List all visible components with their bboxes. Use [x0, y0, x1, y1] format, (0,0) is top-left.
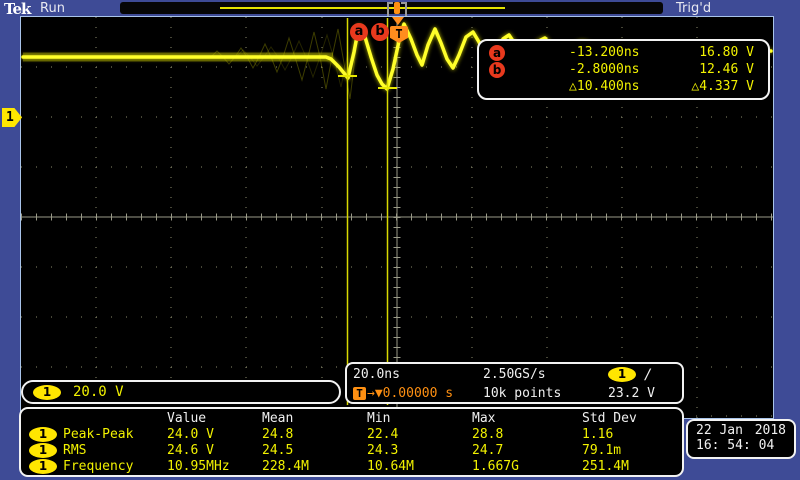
measurement-value: 10.95MHz [167, 458, 230, 474]
trigger-level-value: 23.2 V [608, 386, 655, 401]
measurement-value: 24.0 V [167, 426, 214, 442]
horizontal-trigger-box: 20.0ns 2.50GS/s 1 / T → ▼ 0.00000 s 10k … [345, 362, 684, 404]
cursor-b-voltage: 12.46 V [699, 62, 754, 77]
measurement-mean: 24.5 [262, 442, 294, 458]
cursor-b-badge: b [489, 61, 505, 78]
channel1-vertical-scale: 20.0 V [73, 384, 124, 400]
trigger-position-caret-icon[interactable] [392, 17, 404, 25]
measurement-row-rms: 1 RMS 24.6 V 24.5 24.3 24.7 79.1m [29, 442, 676, 458]
measurement-value: 24.6 V [167, 442, 214, 458]
arrow-right-icon: → [367, 386, 375, 401]
trigger-status: Trig'd [676, 1, 712, 16]
record-view-trigger-marker[interactable] [387, 2, 407, 18]
record-length: 10k points [483, 386, 562, 401]
cursor-delta-voltage: △4.337 V [691, 79, 754, 94]
channel1-badge: 1 [29, 442, 57, 458]
trigger-position-value: 0.00000 s [382, 386, 454, 401]
trigger-position-icon [394, 2, 400, 14]
col-header-max: Max [472, 410, 496, 426]
measurement-max: 1.667G [472, 458, 519, 474]
measurement-min: 24.3 [367, 442, 399, 458]
cursor-a-marker[interactable]: a [350, 23, 368, 41]
col-header-mean: Mean [262, 410, 294, 426]
trigger-position-readout: T → ▼ 0.00000 s [353, 386, 483, 401]
channel1-badge: 1 [33, 384, 61, 400]
measurement-min: 22.4 [367, 426, 399, 442]
record-view-bar[interactable] [120, 2, 663, 18]
measurement-name: Peak-Peak [63, 426, 134, 442]
col-header-stddev: Std Dev [582, 410, 637, 426]
measurement-row-peak-peak: 1 Peak-Peak 24.0 V 24.8 22.4 28.8 1.16 [29, 426, 676, 442]
cursor-b-time: -2.8000ns [569, 62, 640, 77]
sample-rate: 2.50GS/s [483, 367, 546, 382]
measurement-row-frequency: 1 Frequency 10.95MHz 228.4M 10.64M 1.667G… [29, 458, 676, 474]
acquisition-status: Run [40, 1, 65, 16]
cursor-readout-box: a -13.200ns 16.80 V b -2.8000ns 12.46 V … [477, 39, 770, 100]
channel1-scale-box[interactable]: 1 20.0 V [21, 380, 341, 404]
measurement-mean: 228.4M [262, 458, 309, 474]
measurement-max: 24.7 [472, 442, 504, 458]
trigger-level-marker-icon: ▼ [374, 386, 383, 401]
col-header-min: Min [367, 410, 391, 426]
trigger-t-icon: T [353, 387, 366, 400]
measurement-min: 10.64M [367, 458, 414, 474]
cursor-a-voltage: 16.80 V [699, 45, 754, 60]
measurement-mean: 24.8 [262, 426, 294, 442]
trigger-slope-rising-icon: / [644, 366, 653, 383]
cursor-lines [338, 18, 397, 405]
trigger-source-badge: 1 [608, 367, 636, 382]
col-header-value: Value [167, 410, 207, 426]
measurement-stddev: 251.4M [582, 458, 629, 474]
channel1-ground-marker[interactable]: 1 [2, 108, 22, 127]
measurement-stddev: 1.16 [582, 426, 614, 442]
top-status-bar: Tek Run Trig'd [0, 0, 800, 18]
measurements-header-row: Value Mean Min Max Std Dev [29, 410, 676, 426]
measurement-stddev: 79.1m [582, 442, 622, 458]
datetime-box: 22 Jan 2018 16: 54: 04 [686, 419, 796, 459]
cursor-a-badge: a [489, 44, 505, 61]
year-label: 2018 [754, 423, 786, 438]
measurement-max: 28.8 [472, 426, 504, 442]
measurement-name: RMS [63, 442, 87, 458]
cursor-delta-time: △10.400ns [569, 79, 640, 94]
horizontal-scale: 20.0ns [353, 367, 400, 382]
measurement-name: Frequency [63, 458, 134, 474]
channel1-badge: 1 [29, 426, 57, 442]
time-label: 16: 54: 04 [696, 438, 775, 453]
cursor-b-marker[interactable]: b [371, 23, 389, 41]
cursor-a-time: -13.200ns [569, 45, 640, 60]
date-label: 22 Jan [696, 423, 743, 438]
measurements-panel: Value Mean Min Max Std Dev 1 Peak-Peak 24… [19, 407, 684, 477]
channel1-badge: 1 [29, 458, 57, 474]
record-view-waveform-line [220, 7, 505, 9]
